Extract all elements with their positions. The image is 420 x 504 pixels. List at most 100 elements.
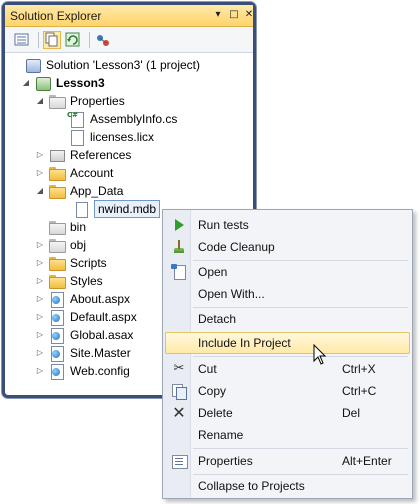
menu-item-label: Detach bbox=[198, 312, 237, 326]
tree-item-project[interactable]: ◢ Lesson3 bbox=[21, 74, 105, 92]
menu-item-label: Code Cleanup bbox=[198, 240, 275, 254]
collapsed-arrow-icon[interactable]: ▷ bbox=[35, 276, 45, 286]
tree-item-scripts[interactable]: ▷ Scripts bbox=[35, 254, 107, 272]
aspx-file-icon bbox=[49, 292, 65, 308]
aspx-file-icon bbox=[49, 310, 65, 326]
collapsed-arrow-icon[interactable]: ▷ bbox=[35, 240, 45, 250]
solution-explorer-toolbar bbox=[5, 27, 253, 53]
collapsed-arrow-icon[interactable]: ▷ bbox=[35, 366, 45, 376]
menu-item-open[interactable]: Open bbox=[165, 261, 410, 283]
tree-item-label: App_Data bbox=[70, 184, 124, 198]
tree-item-account[interactable]: ▷ Account bbox=[35, 164, 113, 182]
menu-item-shortcut: Del bbox=[342, 406, 361, 420]
menu-item-rename[interactable]: Rename bbox=[165, 424, 410, 446]
tree-item-app-data[interactable]: ◢ App_Data bbox=[35, 182, 123, 200]
menu-item-label: Cut bbox=[198, 362, 217, 376]
menu-item-delete[interactable]: ✕ Delete Del bbox=[165, 402, 410, 424]
menu-item-cut[interactable]: ✂ Cut Ctrl+X bbox=[165, 358, 410, 380]
tree-item-site-master[interactable]: ▷ Site.Master bbox=[35, 344, 131, 362]
show-all-files-icon[interactable] bbox=[43, 31, 61, 49]
tree-item-label: licenses.licx bbox=[90, 130, 155, 144]
window-position-dropdown-button[interactable]: ▾ bbox=[212, 9, 224, 21]
folder-icon bbox=[49, 256, 66, 271]
window-title: Solution Explorer bbox=[10, 9, 102, 23]
tree-item-solution[interactable]: Solution 'Lesson3' (1 project) bbox=[11, 56, 200, 74]
menu-item-open-with[interactable]: Open With... bbox=[165, 283, 410, 305]
menu-item-label: Open bbox=[198, 265, 228, 279]
copy-icon bbox=[171, 383, 187, 400]
context-menu: Run tests Code Cleanup Open Open With...… bbox=[162, 209, 413, 499]
collapsed-arrow-icon[interactable]: ▷ bbox=[35, 168, 45, 178]
collapsed-arrow-icon[interactable]: ▷ bbox=[35, 330, 45, 340]
tree-item-licenses[interactable]: licenses.licx bbox=[69, 128, 154, 146]
menu-item-shortcut: Alt+Enter bbox=[342, 454, 392, 468]
maximize-button[interactable]: □ bbox=[228, 9, 240, 21]
expanded-arrow-icon[interactable]: ◢ bbox=[21, 78, 31, 88]
tree-item-label: Lesson3 bbox=[56, 76, 105, 90]
tree-item-obj[interactable]: ▷ obj bbox=[35, 236, 86, 254]
solution-icon bbox=[25, 58, 41, 73]
web-project-icon bbox=[35, 76, 51, 91]
tree-item-label: Default.aspx bbox=[70, 310, 137, 324]
tree-item-label: Web.config bbox=[70, 364, 130, 378]
menu-item-label: Copy bbox=[198, 384, 227, 398]
file-icon bbox=[69, 130, 85, 146]
delete-icon: ✕ bbox=[172, 403, 186, 422]
menu-item-code-cleanup[interactable]: Code Cleanup bbox=[165, 236, 410, 258]
properties-folder-icon bbox=[49, 94, 66, 109]
collapsed-arrow-icon[interactable]: ▷ bbox=[35, 348, 45, 358]
tree-item-about[interactable]: ▷ About.aspx bbox=[35, 290, 130, 308]
tree-item-bin[interactable]: bin bbox=[49, 218, 86, 236]
tree-item-properties[interactable]: ◢ Properties bbox=[35, 92, 125, 110]
collapsed-arrow-icon[interactable]: ▷ bbox=[35, 312, 45, 322]
close-button[interactable]: ✕ bbox=[243, 9, 255, 21]
menu-separator bbox=[193, 356, 408, 357]
tree-item-label: obj bbox=[70, 238, 87, 252]
asax-file-icon bbox=[49, 328, 65, 344]
tree-item-label: Global.asax bbox=[70, 328, 134, 342]
menu-item-label: Run tests bbox=[198, 218, 249, 232]
tree-item-web-config[interactable]: ▷ Web.config bbox=[35, 362, 130, 380]
toolbar-separator bbox=[38, 32, 39, 48]
title-bar[interactable]: Solution Explorer ▾ □ ✕ bbox=[5, 5, 253, 27]
menu-item-label: Include In Project bbox=[198, 336, 291, 350]
csharp-file-icon bbox=[67, 111, 85, 128]
tree-item-assemblyinfo[interactable]: AssemblyInfo.cs bbox=[67, 110, 177, 128]
config-file-icon bbox=[49, 364, 65, 380]
folder-icon bbox=[49, 184, 66, 199]
mouse-pointer-icon bbox=[313, 344, 327, 365]
properties-icon[interactable] bbox=[13, 31, 31, 49]
master-file-icon bbox=[49, 346, 65, 362]
tree-item-references[interactable]: ▷ References bbox=[35, 146, 131, 164]
tree-item-global[interactable]: ▷ Global.asax bbox=[35, 326, 133, 344]
open-icon bbox=[171, 264, 187, 280]
tree-item-label: nwind.mdb bbox=[94, 200, 161, 218]
tree-item-label: Properties bbox=[70, 94, 125, 108]
tree-item-label: Site.Master bbox=[70, 346, 131, 360]
menu-item-label: Collapse to Projects bbox=[198, 479, 305, 493]
refresh-icon[interactable] bbox=[64, 31, 82, 49]
properties-icon bbox=[171, 453, 188, 469]
hidden-folder-icon bbox=[49, 238, 66, 253]
menu-item-run-tests[interactable]: Run tests bbox=[165, 214, 410, 236]
expanded-arrow-icon[interactable]: ◢ bbox=[35, 186, 45, 196]
expanded-arrow-icon[interactable]: ◢ bbox=[35, 96, 45, 106]
folder-icon bbox=[49, 274, 66, 289]
menu-item-include-in-project[interactable]: Include In Project bbox=[165, 332, 410, 354]
collapsed-arrow-icon[interactable]: ▷ bbox=[35, 294, 45, 304]
tree-item-styles[interactable]: ▷ Styles bbox=[35, 272, 103, 290]
menu-item-collapse-to-projects[interactable]: Collapse to Projects bbox=[165, 475, 410, 497]
view-class-diagram-icon[interactable] bbox=[94, 31, 112, 49]
menu-item-detach[interactable]: Detach bbox=[165, 308, 410, 330]
tree-item-nwind[interactable]: nwind.mdb bbox=[73, 200, 161, 218]
tree-item-label: Solution 'Lesson3' (1 project) bbox=[46, 58, 201, 72]
collapsed-arrow-icon[interactable]: ▷ bbox=[35, 258, 45, 268]
tree-item-default[interactable]: ▷ Default.aspx bbox=[35, 308, 137, 326]
tree-item-label: bin bbox=[70, 220, 87, 234]
collapsed-arrow-icon[interactable]: ▷ bbox=[35, 150, 45, 160]
menu-item-copy[interactable]: Copy Ctrl+C bbox=[165, 380, 410, 402]
menu-item-label: Open With... bbox=[198, 287, 265, 301]
menu-item-properties[interactable]: Properties Alt+Enter bbox=[165, 450, 410, 472]
folder-icon bbox=[49, 166, 66, 181]
tree-item-label: Scripts bbox=[70, 256, 107, 270]
